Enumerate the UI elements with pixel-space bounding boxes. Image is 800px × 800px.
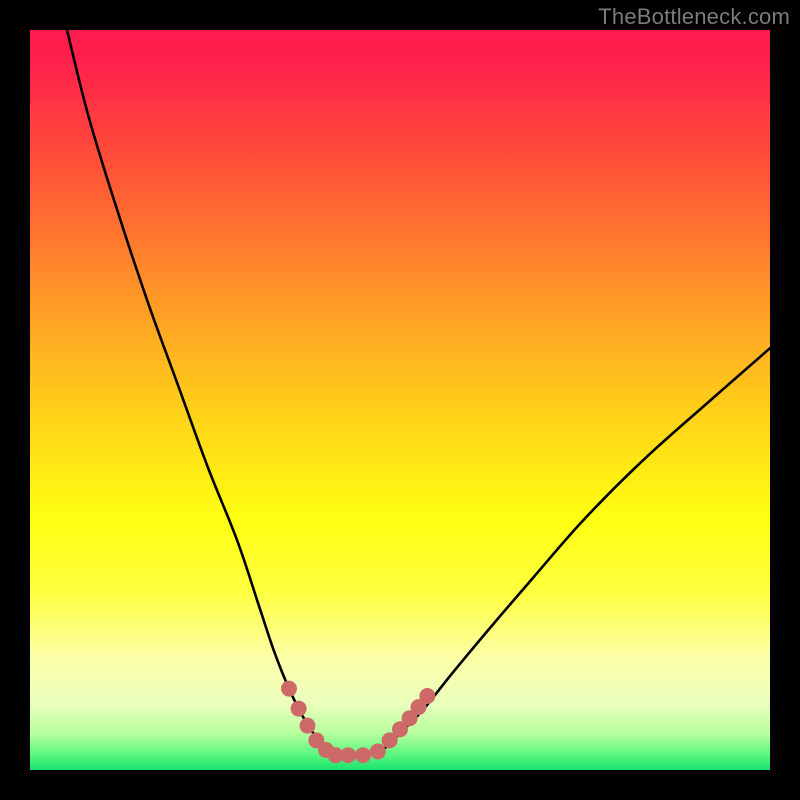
- watermark-text: TheBottleneck.com: [598, 4, 790, 30]
- marker-overlay: [30, 30, 770, 770]
- plot-area: [30, 30, 770, 770]
- curve-marker: [370, 744, 386, 760]
- curve-marker: [355, 747, 371, 763]
- curve-marker: [340, 747, 356, 763]
- curve-marker: [300, 718, 316, 734]
- curve-marker: [281, 681, 297, 697]
- curve-marker: [419, 688, 435, 704]
- chart-frame: TheBottleneck.com: [0, 0, 800, 800]
- curve-marker: [291, 701, 307, 717]
